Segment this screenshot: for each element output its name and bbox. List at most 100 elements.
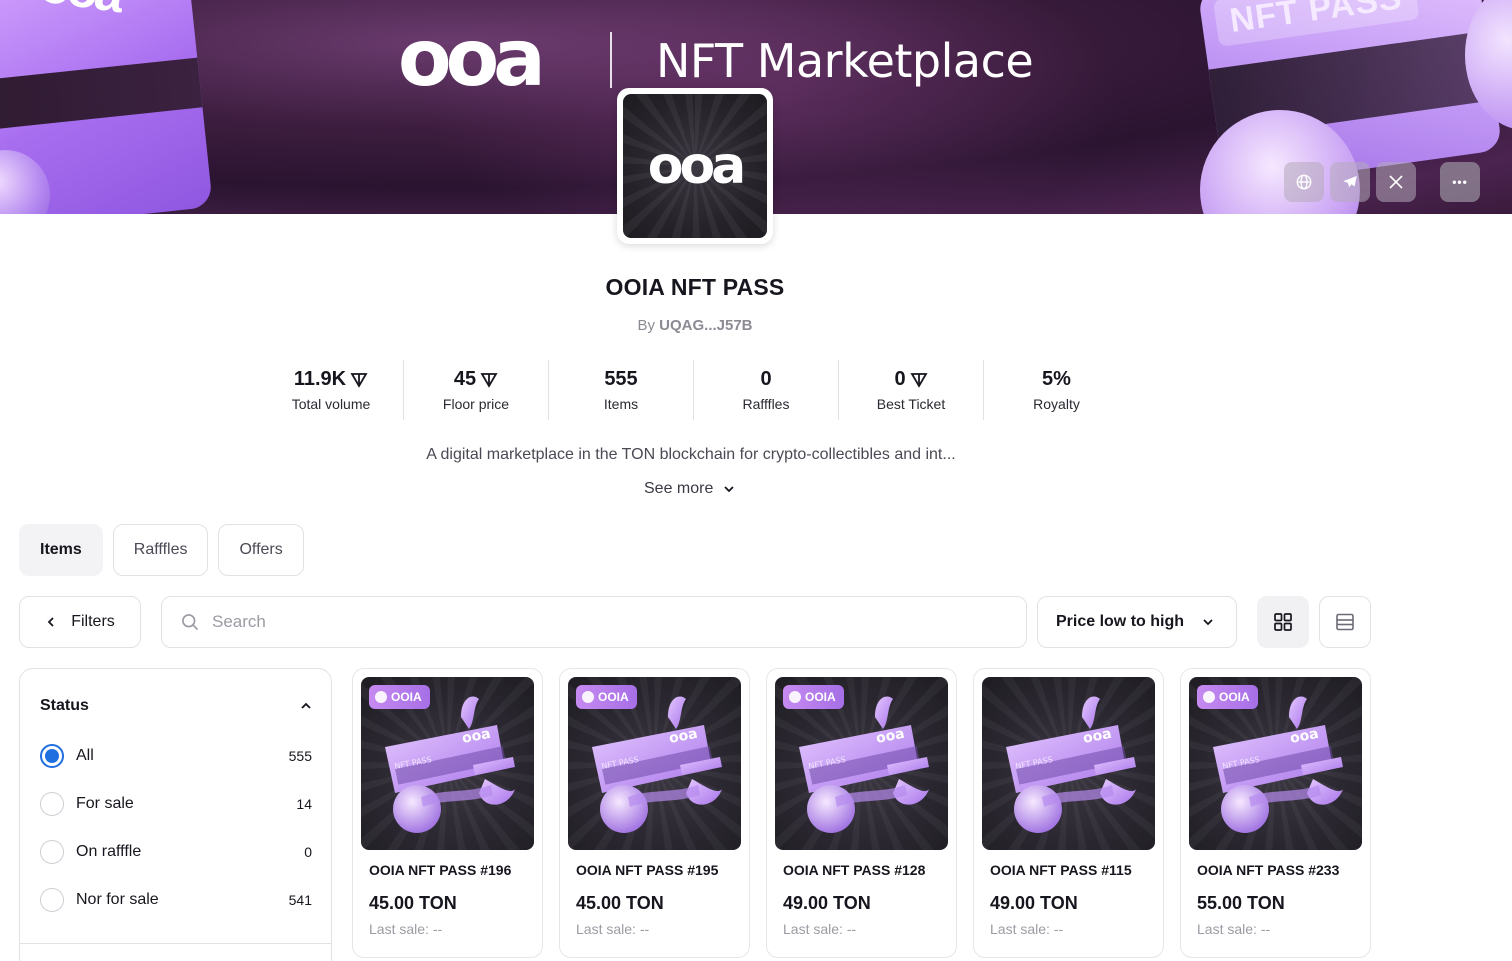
chevron-up-icon xyxy=(301,702,311,709)
status-filter-title: Status xyxy=(40,697,89,714)
banner-card-stripe xyxy=(0,57,203,133)
radio-button[interactable] xyxy=(40,792,64,816)
website-button[interactable] xyxy=(1284,162,1324,202)
avatar-logo: ooa xyxy=(647,136,747,196)
nft-image[interactable]: ooa NFT PASS OOIA xyxy=(361,677,534,850)
radio-button[interactable] xyxy=(40,744,64,768)
x-icon xyxy=(1389,175,1403,189)
see-more-button[interactable]: See more xyxy=(644,480,735,498)
status-option-count: 541 xyxy=(288,892,312,908)
telegram-button[interactable] xyxy=(1330,162,1370,202)
tab-offers[interactable]: Offers xyxy=(218,524,304,576)
avatar-image: ooa xyxy=(623,94,767,238)
nft-name: OOIA NFT PASS #196 xyxy=(369,862,512,878)
nft-card[interactable]: ooa NFT PASS OOIA OOIA NFT PASS #128 49.00 T… xyxy=(766,668,957,958)
nft-last-sale: Last sale: -- xyxy=(576,921,650,937)
ton-icon xyxy=(480,372,498,388)
radio-button[interactable] xyxy=(40,888,64,912)
filters-toggle-button[interactable]: Filters xyxy=(19,596,141,648)
sort-dropdown[interactable]: Price low to high xyxy=(1037,596,1237,648)
nft-name: OOIA NFT PASS #195 xyxy=(576,862,719,878)
see-more-label: See more xyxy=(644,480,714,497)
nft-image[interactable]: ooa NFT PASS xyxy=(982,677,1155,850)
filters-label: Filters xyxy=(71,613,115,630)
brand-logo: ooa xyxy=(398,14,546,104)
filter-panel: Status All 555 For sale 14 On rafffle 0 Nor fo… xyxy=(19,668,332,961)
badge-label: OOIA xyxy=(391,690,422,704)
nft-card[interactable]: ooa NFT PASS OOIA OOIA NFT PASS #196 45.00 T… xyxy=(352,668,543,958)
stat-value: 5% xyxy=(984,368,1129,391)
stat-value-text: 11.9K xyxy=(293,368,347,390)
stat-best-ticket: 0 Best Ticket xyxy=(839,360,984,420)
x-button[interactable] xyxy=(1376,162,1416,202)
verified-icon xyxy=(582,691,594,703)
stat-value: 11.9K xyxy=(259,368,403,391)
nft-image[interactable]: ooa NFT PASS OOIA xyxy=(568,677,741,850)
stat-value: 45 xyxy=(404,368,548,391)
telegram-icon xyxy=(1343,176,1357,188)
creator-prefix: By xyxy=(637,317,655,334)
tab-rafffles[interactable]: Rafffles xyxy=(112,524,209,576)
brand-divider xyxy=(610,32,612,88)
stat-floor-price: 45 Floor price xyxy=(404,360,549,420)
banner-card-logo: ooa xyxy=(36,0,124,25)
radio-button[interactable] xyxy=(40,840,64,864)
stat-label: Best Ticket xyxy=(876,396,946,412)
stat-value: 555 xyxy=(549,368,693,391)
nft-price: 49.00 TON xyxy=(990,893,1078,913)
nft-name: OOIA NFT PASS #115 xyxy=(990,862,1132,878)
nft-name: OOIA NFT PASS #128 xyxy=(783,862,926,878)
banner-card-tag: NFT PASS xyxy=(1212,0,1420,47)
stat-value-text: 5% xyxy=(1042,368,1071,390)
list-view-button[interactable] xyxy=(1319,596,1371,648)
nft-card[interactable]: ooa NFT PASS OOIA OOIA NFT PASS #195 45.00 T… xyxy=(559,668,750,958)
search-box xyxy=(161,596,1027,648)
nft-name: OOIA NFT PASS #233 xyxy=(1197,862,1340,878)
social-links xyxy=(1284,162,1416,202)
search-input[interactable] xyxy=(212,612,992,632)
verified-icon xyxy=(375,691,387,703)
more-options-button[interactable]: ••• xyxy=(1440,162,1480,202)
chevron-down-icon xyxy=(724,486,735,493)
nft-image[interactable]: ooa NFT PASS OOIA xyxy=(775,677,948,850)
nft-price: 45.00 TON xyxy=(369,893,457,913)
nft-last-sale: Last sale: -- xyxy=(990,921,1064,937)
collection-badge: OOIA xyxy=(783,685,844,709)
grid-view-button[interactable] xyxy=(1257,596,1309,648)
status-option-count: 555 xyxy=(288,748,312,764)
status-option-all[interactable]: All 555 xyxy=(40,743,312,769)
badge-label: OOIA xyxy=(598,690,629,704)
brand-title: NFT Marketplace xyxy=(656,34,1034,88)
status-option-count: 0 xyxy=(304,844,312,860)
stat-value-text: 555 xyxy=(604,368,638,390)
status-filter-header[interactable]: Status xyxy=(40,697,312,715)
stat-items: 555 Items xyxy=(549,360,694,420)
status-option-nor-for-sale[interactable]: Nor for sale 541 xyxy=(40,887,312,913)
status-option-label: All xyxy=(76,747,94,764)
status-option-on-rafffle[interactable]: On rafffle 0 xyxy=(40,839,312,865)
nft-price: 45.00 TON xyxy=(576,893,664,913)
tab-items[interactable]: Items xyxy=(19,524,103,576)
nft-card[interactable]: ooa NFT PASS OOIA OOIA NFT PASS #233 55.00 T… xyxy=(1180,668,1371,958)
collection-tabs: Items Rafffles Offers xyxy=(19,524,304,576)
chevron-left-icon xyxy=(47,617,54,627)
creator-address[interactable]: UQAG...J57B xyxy=(659,317,752,334)
verified-icon xyxy=(1203,691,1215,703)
stat-label: Rafffles xyxy=(742,396,790,412)
collection-badge: OOIA xyxy=(369,685,430,709)
status-option-for-sale[interactable]: For sale 14 xyxy=(40,791,312,817)
nft-image[interactable]: ooa NFT PASS OOIA xyxy=(1189,677,1362,850)
nft-card[interactable]: ooa NFT PASS OOIA NFT PASS #115 49.00 TON La… xyxy=(973,668,1164,958)
nft-last-sale: Last sale: -- xyxy=(1197,921,1271,937)
globe-icon xyxy=(1296,174,1312,190)
more-dots-icon: ••• xyxy=(1452,175,1468,189)
sort-label: Price low to high xyxy=(1056,613,1185,630)
stat-label: Floor price xyxy=(442,396,510,412)
status-option-label: For sale xyxy=(76,795,134,812)
stat-rafffles: 0 Rafffles xyxy=(694,360,839,420)
stat-total-volume: 11.9K Total volume xyxy=(259,360,404,420)
stat-label: Total volume xyxy=(291,396,371,412)
ton-icon xyxy=(909,372,928,388)
badge-label: OOIA xyxy=(1219,690,1250,704)
ton-icon xyxy=(350,372,368,388)
